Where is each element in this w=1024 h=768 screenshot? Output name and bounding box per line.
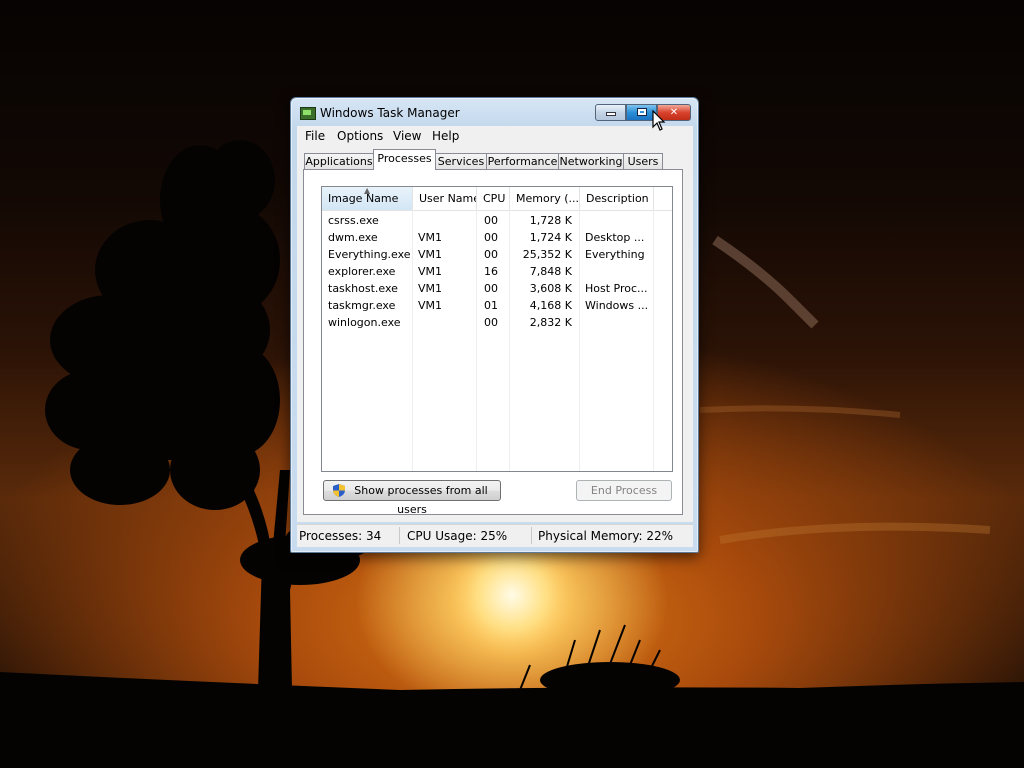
processes-panel: ▲ Image Name User Name CPU Memory (... D… bbox=[303, 169, 683, 516]
window-title: Windows Task Manager bbox=[320, 106, 460, 120]
status-cpu-usage: CPU Usage: 25% bbox=[407, 529, 508, 543]
tab-processes[interactable]: Processes bbox=[373, 149, 436, 170]
cell-cpu: 00 bbox=[484, 316, 498, 329]
table-row[interactable]: taskmgr.exe VM1 01 4,168 K Windows ... bbox=[322, 298, 672, 315]
status-divider bbox=[399, 527, 400, 544]
cell-description: Desktop ... bbox=[585, 231, 645, 244]
title-bar[interactable]: Windows Task Manager ✕ bbox=[291, 98, 698, 124]
cell-cpu: 00 bbox=[484, 248, 498, 261]
tab-services[interactable]: Services bbox=[435, 153, 487, 169]
maximize-icon bbox=[636, 108, 647, 116]
cell-image-name: dwm.exe bbox=[328, 231, 378, 244]
table-row[interactable]: winlogon.exe 00 2,832 K bbox=[322, 315, 672, 332]
cell-description: Everything bbox=[585, 248, 645, 261]
cell-image-name: winlogon.exe bbox=[328, 316, 401, 329]
cell-description: Windows ... bbox=[585, 299, 649, 312]
cell-image-name: taskmgr.exe bbox=[328, 299, 396, 312]
tab-performance[interactable]: Performance bbox=[486, 153, 559, 169]
cell-user-name: VM1 bbox=[418, 282, 443, 295]
cell-cpu: 00 bbox=[484, 214, 498, 227]
cell-image-name: Everything.exe bbox=[328, 248, 411, 261]
cell-cpu: 00 bbox=[484, 282, 498, 295]
menu-file[interactable]: File bbox=[305, 129, 325, 143]
cell-memory: 4,168 K bbox=[529, 299, 572, 312]
mouse-pointer-icon bbox=[652, 110, 666, 131]
menu-bar: File Options View Help bbox=[297, 126, 693, 146]
cell-memory: 1,724 K bbox=[529, 231, 572, 244]
cell-user-name: VM1 bbox=[418, 248, 443, 261]
column-header-row: ▲ Image Name User Name CPU Memory (... D… bbox=[322, 187, 672, 211]
column-user-name[interactable]: User Name bbox=[413, 187, 477, 210]
task-manager-icon bbox=[300, 107, 316, 120]
cell-image-name: taskhost.exe bbox=[328, 282, 398, 295]
column-description[interactable]: Description bbox=[580, 187, 654, 210]
menu-options[interactable]: Options bbox=[337, 129, 383, 143]
end-process-button[interactable]: End Process bbox=[576, 480, 672, 501]
window-client-area: Applications Processes Services Performa… bbox=[297, 146, 693, 522]
cell-description: Host Proc... bbox=[585, 282, 648, 295]
cell-image-name: csrss.exe bbox=[328, 214, 379, 227]
cell-user-name: VM1 bbox=[418, 231, 443, 244]
cell-memory: 2,832 K bbox=[529, 316, 572, 329]
show-all-processes-button[interactable]: Show processes from all users bbox=[323, 480, 501, 516]
minimize-button[interactable] bbox=[595, 104, 626, 121]
menu-help[interactable]: Help bbox=[432, 129, 459, 143]
column-memory[interactable]: Memory (... bbox=[510, 187, 580, 210]
column-image-name[interactable]: ▲ Image Name bbox=[322, 187, 413, 210]
uac-shield-icon bbox=[333, 484, 345, 497]
close-icon: ✕ bbox=[669, 107, 679, 118]
sort-ascending-icon: ▲ bbox=[364, 187, 371, 195]
tab-applications[interactable]: Applications bbox=[304, 153, 374, 169]
status-processes: Processes: 34 bbox=[299, 529, 382, 543]
table-row[interactable]: taskhost.exe VM1 00 3,608 K Host Proc... bbox=[322, 281, 672, 298]
table-row[interactable]: explorer.exe VM1 16 7,848 K bbox=[322, 264, 672, 281]
table-row[interactable]: csrss.exe 00 1,728 K bbox=[322, 213, 672, 230]
show-all-processes-label: Show processes from all users bbox=[354, 484, 488, 516]
status-physical-memory: Physical Memory: 22% bbox=[538, 529, 674, 543]
cell-memory: 7,848 K bbox=[529, 265, 572, 278]
status-divider bbox=[531, 527, 532, 544]
cell-user-name: VM1 bbox=[418, 265, 443, 278]
task-manager-window: Windows Task Manager ✕ File Options View… bbox=[290, 97, 699, 553]
minimize-icon bbox=[605, 112, 616, 116]
cell-memory: 25,352 K bbox=[522, 248, 572, 261]
status-bar: Processes: 34 CPU Usage: 25% Physical Me… bbox=[297, 524, 693, 547]
table-row[interactable]: Everything.exe VM1 00 25,352 K Everythin… bbox=[322, 247, 672, 264]
menu-view[interactable]: View bbox=[393, 129, 421, 143]
cell-memory: 1,728 K bbox=[529, 214, 572, 227]
cell-image-name: explorer.exe bbox=[328, 265, 396, 278]
table-row[interactable]: dwm.exe VM1 00 1,724 K Desktop ... bbox=[322, 230, 672, 247]
tab-users[interactable]: Users bbox=[623, 153, 663, 169]
cell-cpu: 01 bbox=[484, 299, 498, 312]
tab-networking[interactable]: Networking bbox=[558, 153, 624, 169]
process-list[interactable]: ▲ Image Name User Name CPU Memory (... D… bbox=[321, 186, 673, 472]
cell-user-name: VM1 bbox=[418, 299, 443, 312]
cell-memory: 3,608 K bbox=[529, 282, 572, 295]
column-cpu[interactable]: CPU bbox=[477, 187, 510, 210]
cell-cpu: 00 bbox=[484, 231, 498, 244]
cell-cpu: 16 bbox=[484, 265, 498, 278]
